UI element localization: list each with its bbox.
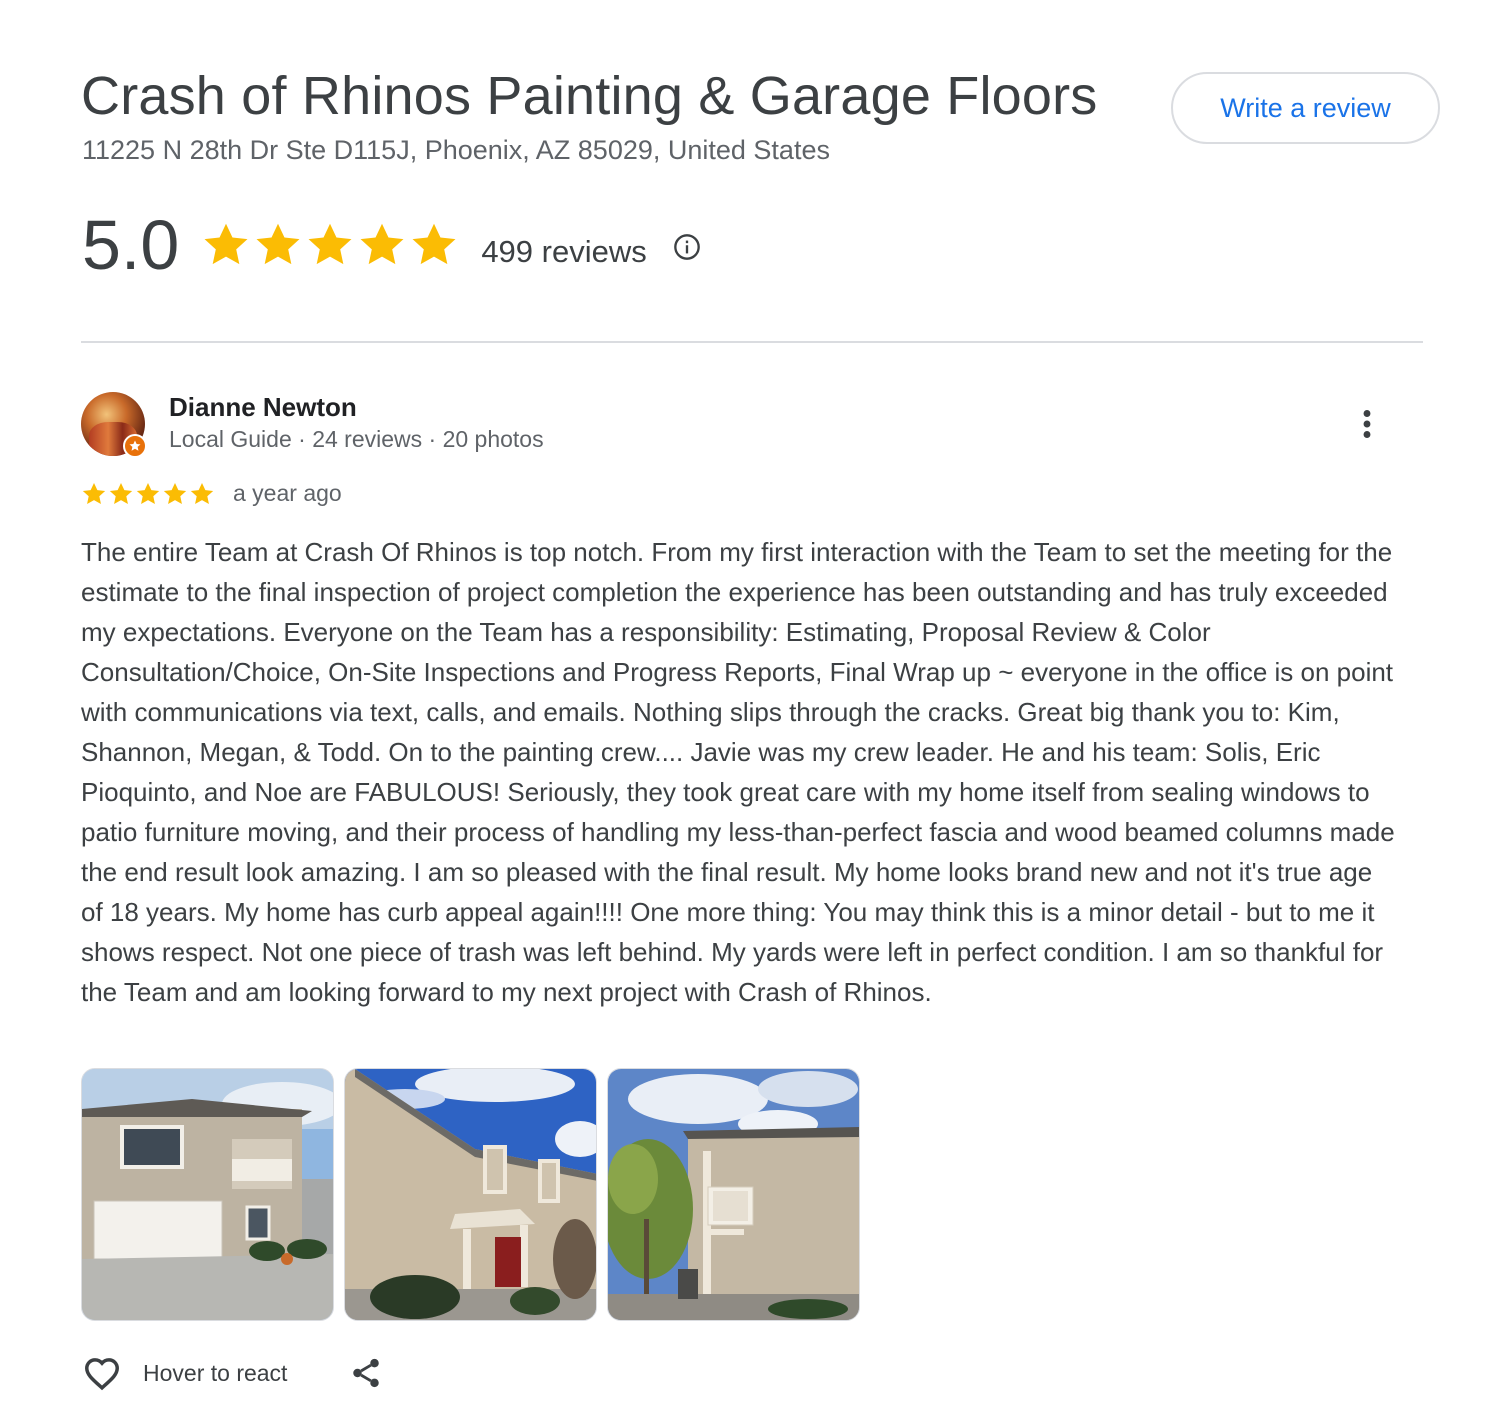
- review-stars: [81, 481, 215, 507]
- more-vert-icon: [1363, 410, 1371, 438]
- react-label: Hover to react: [143, 1359, 288, 1386]
- star-icon: [204, 223, 248, 265]
- rating-stars: [201, 220, 459, 270]
- write-review-button[interactable]: Write a review: [1171, 72, 1440, 144]
- business-name: Crash of Rhinos Painting & Garage Floors: [81, 66, 1098, 126]
- share-button[interactable]: [349, 1353, 385, 1393]
- review-photo-3[interactable]: [607, 1068, 860, 1321]
- info-icon[interactable]: [673, 233, 701, 261]
- reviewer-meta: Local Guide · 24 reviews · 20 photos: [169, 426, 544, 452]
- star-icon: [308, 223, 352, 265]
- review-photos: [81, 1068, 860, 1321]
- rating-score: 5.0: [82, 206, 180, 284]
- review-actions: Hover to react: [81, 1352, 385, 1394]
- review-photo-1[interactable]: [81, 1068, 334, 1321]
- star-icon: [412, 223, 456, 265]
- local-guide-badge-icon: [123, 434, 147, 458]
- avatar[interactable]: [81, 392, 147, 458]
- reviewer-name[interactable]: Dianne Newton: [169, 392, 357, 423]
- star-icon: [360, 223, 404, 265]
- star-icon: [190, 482, 214, 504]
- star-icon: [163, 482, 187, 504]
- review-page: Crash of Rhinos Painting & Garage Floors…: [0, 0, 1508, 1428]
- star-icon: [256, 223, 300, 265]
- review-count: 499 reviews: [481, 234, 647, 269]
- share-icon: [353, 1358, 380, 1388]
- rating-summary: 5.0 499 reviews: [82, 205, 701, 285]
- review-rating: a year ago: [81, 480, 342, 507]
- star-icon: [136, 482, 160, 504]
- review-photo-2[interactable]: [344, 1068, 597, 1321]
- heart-icon: [85, 1358, 119, 1391]
- star-icon: [82, 482, 106, 504]
- react-button[interactable]: Hover to react: [81, 1352, 287, 1394]
- review-text: The entire Team at Crash Of Rhinos is to…: [81, 537, 1395, 1007]
- business-address: 11225 N 28th Dr Ste D115J, Phoenix, AZ 8…: [82, 135, 830, 165]
- more-options-button[interactable]: [1346, 402, 1388, 446]
- divider: [81, 341, 1423, 343]
- review-date: a year ago: [233, 480, 342, 506]
- star-icon: [109, 482, 133, 504]
